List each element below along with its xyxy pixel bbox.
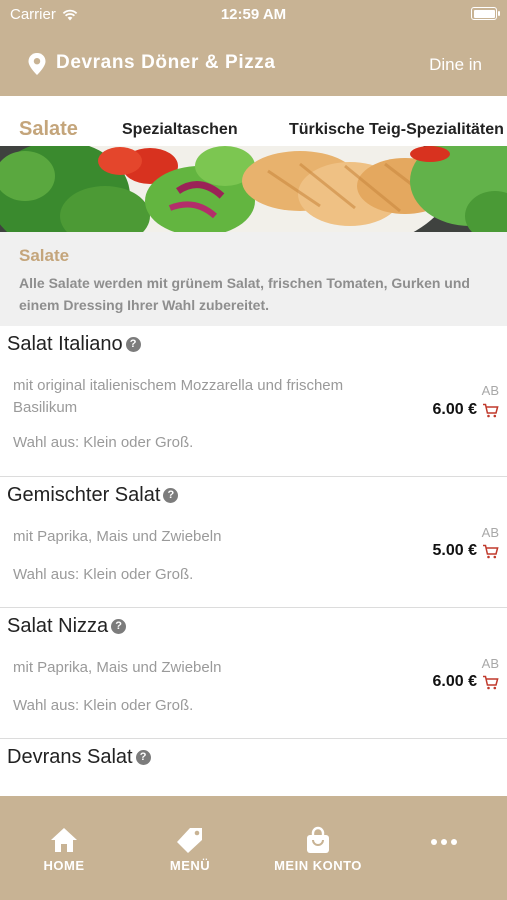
price-prefix: AB [481, 525, 499, 540]
cart-icon[interactable] [482, 544, 499, 559]
item-choice: Wahl aus: Klein oder Groß. [13, 434, 194, 451]
menu-item[interactable]: Gemischter Salat ? mit Paprika, Mais und… [0, 477, 507, 608]
item-name: Gemischter Salat [7, 484, 161, 506]
tab-spezialtaschen[interactable]: Spezialtaschen [122, 121, 238, 139]
cart-icon[interactable] [482, 403, 499, 418]
item-choice: Wahl aus: Klein oder Groß. [13, 566, 194, 583]
nav-menu-label: MENÜ [169, 858, 211, 873]
info-icon[interactable]: ? [135, 750, 151, 765]
price-prefix: AB [481, 383, 499, 398]
menu-item[interactable]: Salat Nizza ? mit Paprika, Mais und Zwie… [0, 608, 507, 739]
nav-more[interactable] [426, 838, 462, 850]
category-info: Salate Alle Salate werden mit grünem Sal… [0, 232, 507, 326]
category-tabs: Salate Spezialtaschen Türkische Teig-Spe… [0, 106, 507, 146]
info-icon[interactable]: ? [111, 619, 127, 634]
item-description: mit Paprika, Mais und Zwiebeln [13, 528, 222, 545]
item-description: mit original italienischem Mozzarella un… [13, 377, 344, 416]
nav-home-label: HOME [43, 858, 85, 873]
home-icon [51, 828, 77, 852]
nav-home[interactable]: HOME [38, 826, 90, 873]
info-icon[interactable]: ? [125, 337, 141, 352]
top-bar: Carrier 12:59 AM Devrans Döner & Pizza D… [0, 0, 507, 96]
tab-salate[interactable]: Salate [19, 118, 78, 141]
more-icon [431, 839, 457, 845]
dine-in-toggle[interactable]: Dine in [429, 55, 482, 75]
nav-account-label: MEIN KONTO [274, 858, 362, 873]
menu-item[interactable]: Devrans Salat ? [0, 739, 507, 799]
tab-tuerkische-teig-spezialitaeten[interactable]: Türkische Teig-Spezialitäten [289, 121, 504, 139]
item-name: Devrans Salat [7, 746, 133, 768]
menu-item[interactable]: Salat Italiano ? mit original italienisc… [0, 326, 507, 477]
battery-icon [471, 7, 500, 20]
item-price[interactable]: 6.00 € [433, 401, 499, 419]
item-price[interactable]: 6.00 € [433, 673, 499, 691]
location-pin-icon[interactable] [27, 52, 47, 76]
status-bar: Carrier 12:59 AM [0, 0, 507, 28]
nav-my-account[interactable]: MEIN KONTO [268, 826, 368, 873]
item-price[interactable]: 5.00 € [433, 542, 499, 560]
tag-icon [177, 828, 202, 853]
clock: 12:59 AM [220, 6, 287, 23]
item-choice: Wahl aus: Klein oder Groß. [13, 697, 194, 714]
cart-icon[interactable] [482, 675, 499, 690]
category-hero-image [0, 146, 507, 232]
store-header: Devrans Döner & Pizza Dine in [0, 44, 507, 84]
item-name: Salat Italiano [7, 333, 123, 355]
store-name[interactable]: Devrans Döner & Pizza [56, 52, 276, 74]
category-title: Salate [19, 246, 70, 265]
shopping-bag-icon [307, 826, 329, 853]
item-description: mit Paprika, Mais und Zwiebeln [13, 659, 222, 676]
bottom-navigation: HOME MENÜ MEIN KONTO [0, 796, 507, 900]
item-name: Salat Nizza [7, 615, 109, 637]
nav-menu[interactable]: MENÜ [162, 826, 218, 873]
category-description: Alle Salate werden mit grünem Salat, fri… [19, 275, 470, 313]
info-icon[interactable]: ? [163, 488, 179, 503]
price-prefix: AB [481, 656, 499, 671]
